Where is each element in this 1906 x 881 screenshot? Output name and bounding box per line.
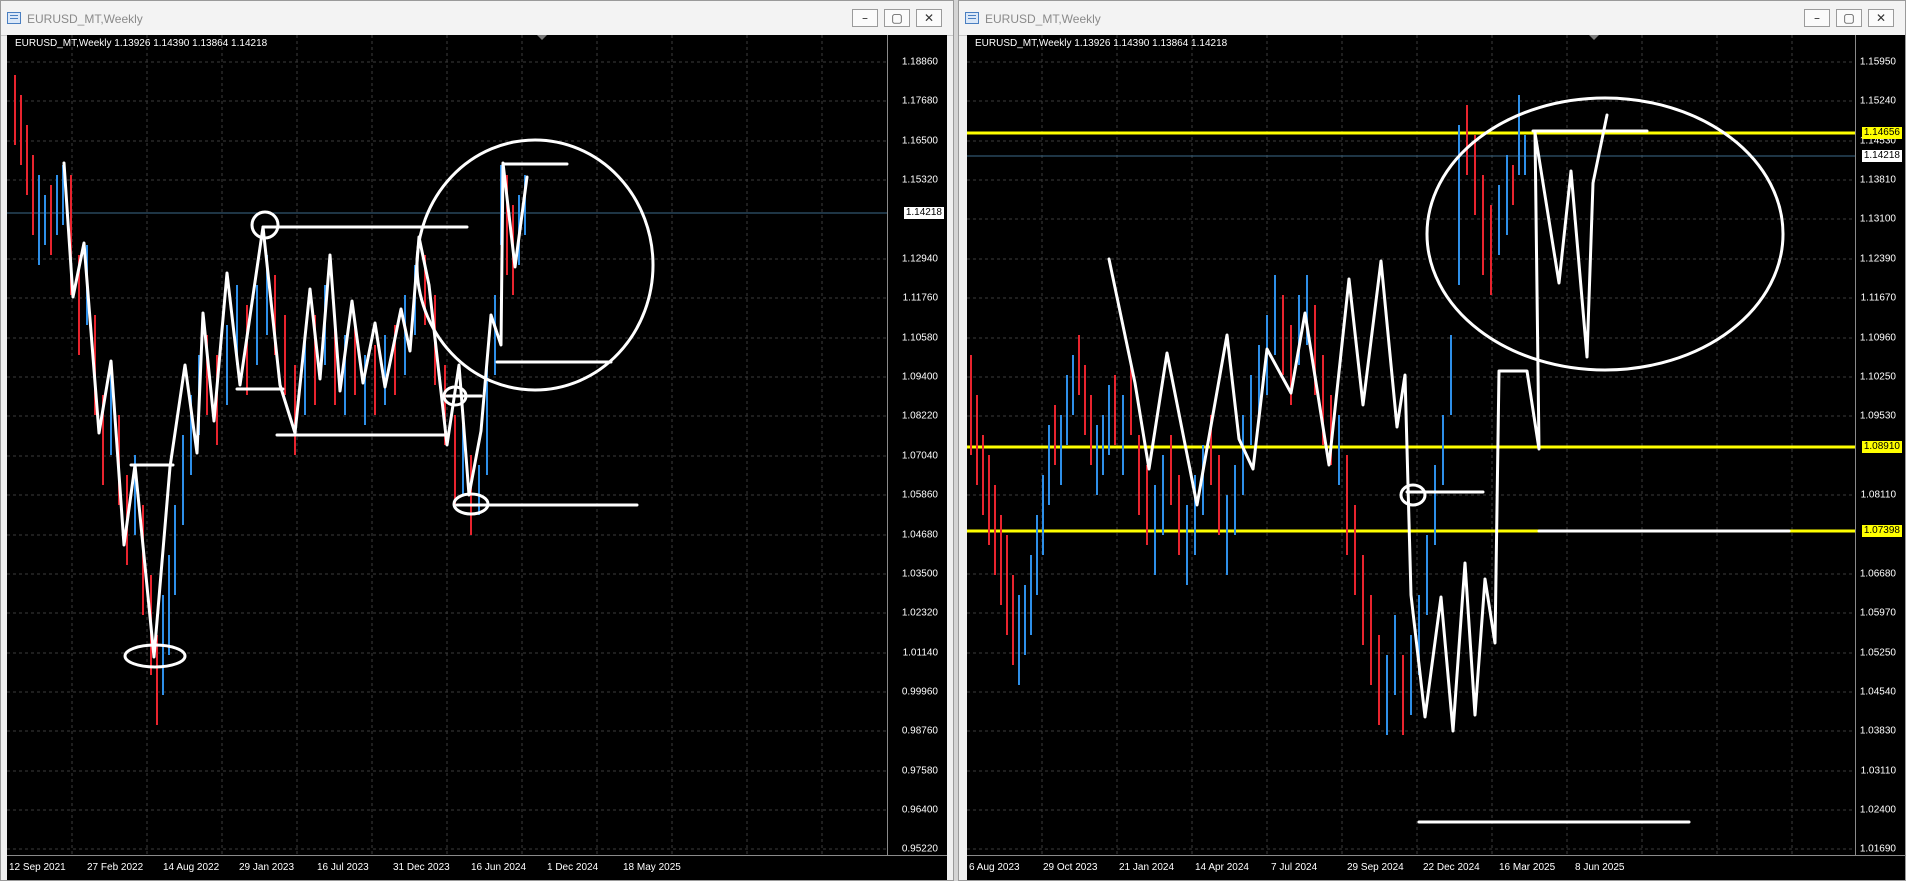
date-label: 12 Sep 2021	[9, 862, 66, 873]
price-label: 1.10960	[1859, 332, 1896, 344]
trend-drawings	[62, 138, 655, 669]
title-bar[interactable]: EURUSD_MT,Weekly – ▢ ✕	[959, 1, 1905, 36]
price-axis[interactable]: 1.15950 1.15240 1.14530 1.13810 1.13100 …	[1853, 35, 1905, 860]
price-label: 1.05970	[1859, 607, 1896, 619]
price-label: 1.07040	[901, 450, 938, 462]
chart-window-right[interactable]: EURUSD_MT,Weekly – ▢ ✕ EURUSD_MT,Weekly …	[958, 0, 1906, 881]
level-label: 1.07398	[1861, 525, 1902, 537]
price-label: 1.02320	[901, 607, 938, 619]
level-label: 1.08910	[1861, 441, 1902, 453]
price-label: 1.12390	[1859, 253, 1896, 265]
grid	[967, 35, 1855, 855]
time-axis[interactable]: 12 Sep 2021 27 Feb 2022 14 Aug 2022 29 J…	[7, 862, 891, 876]
date-label: 21 Jan 2024	[1119, 862, 1175, 873]
price-label: 1.03110	[1860, 765, 1896, 777]
chart-canvas[interactable]	[967, 35, 1906, 880]
chart-window-left[interactable]: EURUSD_MT,Weekly – ▢ ✕ EURUSD_MT,Weekly …	[0, 0, 954, 881]
price-chart[interactable]: EURUSD_MT,Weekly 1.13926 1.14390 1.13864…	[967, 35, 1906, 880]
price-label: 1.04540	[1859, 686, 1896, 698]
level-label: 1.14656	[1861, 127, 1902, 139]
price-chart[interactable]: EURUSD_MT,Weekly 1.13926 1.14390 1.13864…	[7, 35, 947, 880]
price-label: 1.10580	[901, 332, 938, 344]
price-label: 1.08220	[901, 410, 938, 422]
price-label: 1.15240	[1859, 95, 1896, 107]
chart-shift-marker	[1589, 35, 1599, 40]
price-label: 1.13100	[1859, 213, 1896, 225]
price-label: 1.10250	[1859, 371, 1896, 383]
date-label: 27 Feb 2022	[87, 862, 144, 873]
price-label: 1.01690	[1859, 843, 1896, 855]
horizontal-levels	[967, 131, 1855, 533]
minimize-button[interactable]: –	[852, 9, 878, 27]
title-bar[interactable]: EURUSD_MT,Weekly – ▢ ✕	[1, 1, 953, 36]
date-label: 14 Apr 2024	[1195, 862, 1249, 873]
price-label: 1.13810	[1859, 174, 1896, 186]
price-label: 1.12940	[901, 253, 938, 265]
restore-button[interactable]: ▢	[1836, 9, 1862, 27]
window-title: EURUSD_MT,Weekly	[27, 12, 143, 26]
price-label: 0.97580	[901, 765, 938, 777]
restore-button[interactable]: ▢	[884, 9, 910, 27]
candles	[14, 75, 526, 725]
price-label: 1.18860	[901, 56, 938, 68]
date-label: 29 Sep 2024	[1347, 862, 1404, 873]
chart-canvas[interactable]	[7, 35, 947, 880]
price-label: 1.01140	[902, 647, 938, 659]
price-label: 1.16500	[901, 135, 938, 147]
date-label: 18 May 2025	[623, 862, 681, 873]
chart-window-icon	[7, 12, 21, 24]
price-label: 0.99960	[901, 686, 938, 698]
price-label: 1.11670	[1860, 292, 1896, 304]
date-label: 14 Aug 2022	[163, 862, 220, 873]
current-price-label: 1.14218	[1861, 150, 1902, 162]
chart-window-icon	[965, 12, 979, 24]
price-label: 1.03830	[1859, 725, 1896, 737]
minimize-button[interactable]: –	[1804, 9, 1830, 27]
price-label: 1.05860	[901, 489, 938, 501]
date-label: 16 Jun 2024	[471, 862, 527, 873]
price-label: 0.95220	[901, 843, 938, 855]
price-label: 1.17680	[901, 95, 938, 107]
price-label: 0.98760	[901, 725, 938, 737]
date-label: 6 Aug 2023	[969, 862, 1020, 873]
date-label: 8 Jun 2025	[1575, 862, 1625, 873]
chart-shift-marker	[537, 35, 547, 40]
price-label: 1.15320	[901, 174, 938, 186]
price-label: 1.11760	[902, 292, 938, 304]
price-axis[interactable]: 1.18860 1.17680 1.16500 1.15320 1.12940 …	[891, 35, 947, 860]
window-title: EURUSD_MT,Weekly	[985, 12, 1101, 26]
ohlc-info: EURUSD_MT,Weekly 1.13926 1.14390 1.13864…	[975, 38, 1228, 49]
price-label: 1.05250	[1859, 647, 1896, 659]
date-label: 7 Jul 2024	[1271, 862, 1318, 873]
price-label: 1.15950	[1859, 56, 1896, 68]
price-label: 1.03500	[901, 568, 938, 580]
close-button[interactable]: ✕	[916, 9, 942, 27]
price-label: 1.09530	[1859, 410, 1896, 422]
date-label: 16 Mar 2025	[1499, 862, 1556, 873]
candles	[970, 95, 1526, 735]
date-label: 1 Dec 2024	[547, 862, 599, 873]
close-button[interactable]: ✕	[1868, 9, 1894, 27]
price-label: 1.02400	[1859, 804, 1896, 816]
price-label: 1.09400	[901, 371, 938, 383]
date-label: 29 Jan 2023	[239, 862, 295, 873]
date-label: 29 Oct 2023	[1043, 862, 1098, 873]
date-label: 22 Dec 2024	[1423, 862, 1480, 873]
date-label: 31 Dec 2023	[393, 862, 450, 873]
price-label: 0.96400	[901, 804, 938, 816]
price-label: 1.06680	[1859, 568, 1896, 580]
date-label: 16 Jul 2023	[317, 862, 369, 873]
price-label: 1.04680	[901, 529, 938, 541]
price-label: 1.08110	[1860, 489, 1896, 501]
current-price-label: 1.14218	[903, 207, 944, 219]
time-axis[interactable]: 6 Aug 2023 29 Oct 2023 21 Jan 2024 14 Ap…	[967, 862, 1853, 876]
ohlc-info: EURUSD_MT,Weekly 1.13926 1.14390 1.13864…	[15, 38, 268, 49]
